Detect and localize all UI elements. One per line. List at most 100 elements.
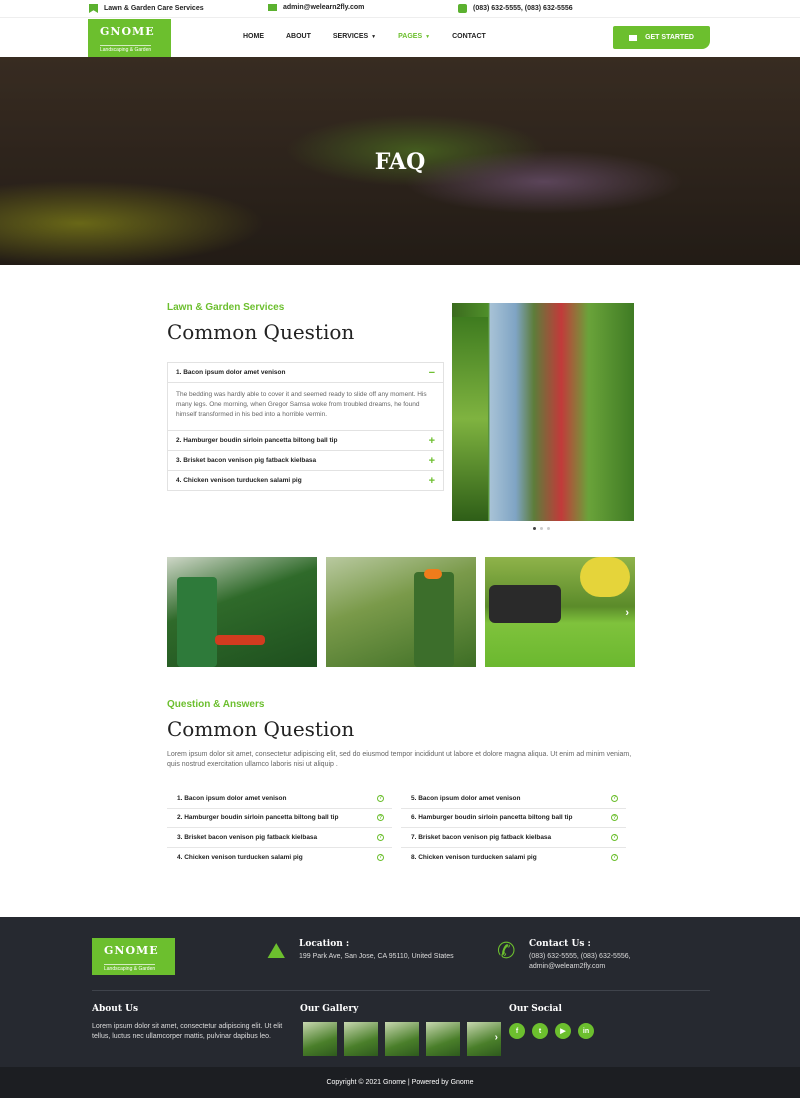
logo-name: GNOME [104,944,159,957]
twitter-icon[interactable]: t [532,1023,548,1039]
page-title: FAQ [374,149,426,175]
chevron-right-icon[interactable]: › [625,607,629,619]
chevron-down-icon: ▼ [425,34,431,40]
linkedin-icon[interactable]: in [578,1023,594,1039]
nav-contact[interactable]: CONTACT [452,33,486,40]
accordion-header[interactable]: 2. Hamburger boudin sirloin pancetta bil… [168,431,443,450]
contact-phone[interactable]: (083) 632-5555, (083) 632-5556, [529,952,631,962]
phone-icon: ✆ [497,938,516,963]
section-eyebrow: Lawn & Garden Services [167,302,285,313]
footer-logo[interactable]: GNOME Landscaping & Garden [92,938,175,975]
facebook-icon[interactable]: f [509,1023,525,1039]
qa-item[interactable]: 7. Brisket bacon venison pig fatback kie… [401,828,626,848]
phone-item[interactable]: (083) 632-5555, (083) 632-5556 [458,4,573,13]
question-icon: ? [611,794,618,802]
qa-item[interactable]: 2. Hamburger boudin sirloin pancetta bil… [167,809,392,828]
plus-icon[interactable]: + [429,435,435,447]
get-started-label: GET STARTED [645,34,694,41]
about-text: Lorem ipsum dolor sit amet, consectetur … [92,1023,283,1040]
location-title: Location : [299,939,350,949]
accordion-item: 3. Brisket bacon venison pig fatback kie… [168,450,443,470]
slider-dot[interactable] [540,527,543,530]
logo-name: GNOME [100,25,155,38]
email-text[interactable]: admin@welearn2fly.com [283,4,364,11]
gallery-thumb[interactable] [426,1022,460,1056]
section-title: Common Question [167,320,355,344]
qa-list-right: 5. Bacon ipsum dolor amet venison? 6. Ha… [401,789,626,867]
mail-icon [268,4,277,11]
accordion-header[interactable]: 1. Bacon ipsum dolor amet venison − [168,363,443,382]
gardeners-photo-slider[interactable] [452,303,634,521]
site-footer: GNOME Landscaping & Garden ⛰ Location : … [0,917,800,1067]
map-icon: ⛰ [267,938,286,963]
qa-question: 1. Bacon ipsum dolor amet venison [177,794,287,802]
contact-email[interactable]: admin@welearn2fly.com [529,962,631,972]
nav-pages[interactable]: PAGES ▼ [398,33,430,40]
gallery-image-tree-pruning[interactable] [326,557,476,667]
about-title: About Us [92,1004,139,1014]
accordion-question: 4. Chicken venison turducken salami pig [176,477,302,484]
nav-about[interactable]: ABOUT [286,33,311,40]
slider-dot[interactable] [547,527,550,530]
youtube-icon[interactable]: ▶ [555,1023,571,1039]
photo-strip [452,317,488,521]
hero-banner: FAQ [0,57,800,265]
site-header: GNOME Landscaping & Garden HOME ABOUT SE… [0,18,800,57]
nav-services-label: SERVICES [332,33,369,40]
plus-icon[interactable]: + [429,475,435,487]
social-title: Our Social [509,1004,562,1014]
gallery-thumb[interactable] [344,1022,378,1056]
qa-question: 2. Hamburger boudin sirloin pancetta bil… [177,814,339,822]
question-icon: ? [377,833,384,841]
phone-icon [458,4,467,13]
qa-item[interactable]: 4. Chicken venison turducken salami pig? [167,848,392,868]
nav-pages-label: PAGES [398,33,423,40]
tagline-item: Lawn & Garden Care Services [89,4,204,13]
get-started-button[interactable]: GET STARTED [613,26,710,49]
gallery-thumb[interactable] [385,1022,419,1056]
qa-item[interactable]: 6. Hamburger boudin sirloin pancetta bil… [401,809,626,828]
mail-icon [629,34,638,41]
trimmer-shape [215,635,265,645]
footer-contact: ✆ Contact Us : (083) 632-5555, (083) 632… [497,939,631,972]
plus-icon[interactable]: + [429,455,435,467]
section-eyebrow: Question & Answers [167,699,265,710]
gardener-figure [414,572,454,667]
email-item[interactable]: admin@welearn2fly.com [268,4,364,11]
qa-item[interactable]: 1. Bacon ipsum dolor amet venison? [167,789,392,809]
footer-divider [92,990,710,991]
gallery-image-hedge-trimming[interactable] [167,557,317,667]
chevron-right-icon[interactable]: › [495,1032,498,1043]
qa-item[interactable]: 8. Chicken venison turducken salami pig? [401,848,626,868]
footer-gallery: › [303,1022,501,1056]
nav-home[interactable]: HOME [243,33,264,40]
accordion-answer: The bedding was hardly able to cover it … [168,382,443,430]
question-icon: ? [377,814,384,822]
main-nav: HOME ABOUT SERVICES ▼ PAGES ▼ CONTACT [243,33,486,40]
nav-services[interactable]: SERVICES ▼ [333,33,376,40]
gallery-thumb[interactable]: › [467,1022,501,1056]
social-links: f t ▶ in [509,1023,594,1039]
phone-text[interactable]: (083) 632-5555, (083) 632-5556 [473,5,573,12]
accordion-item: 4. Chicken venison turducken salami pig … [168,470,443,490]
gallery-thumb[interactable] [303,1022,337,1056]
qa-question: 4. Chicken venison turducken salami pig [177,853,303,861]
question-icon: ? [611,833,618,841]
qa-item[interactable]: 5. Bacon ipsum dolor amet venison? [401,789,626,809]
gallery-image-lawn-mower[interactable]: › [485,557,635,667]
accordion-header[interactable]: 4. Chicken venison turducken salami pig … [168,471,443,490]
image-gallery: › [167,557,635,667]
site-logo[interactable]: GNOME Landscaping & Garden [88,19,171,57]
slider-dots [533,527,550,530]
slider-dot[interactable] [533,527,536,530]
faq-accordion: 1. Bacon ipsum dolor amet venison − The … [167,362,444,491]
accordion-question: 1. Bacon ipsum dolor amet venison [176,369,286,376]
section-title: Common Question [167,717,355,741]
qa-item[interactable]: 3. Brisket bacon venison pig fatback kie… [167,828,392,848]
minus-icon[interactable]: − [429,367,435,379]
chevron-down-icon: ▼ [371,34,377,40]
question-icon: ? [377,794,384,802]
accordion-header[interactable]: 3. Brisket bacon venison pig fatback kie… [168,451,443,470]
question-icon: ? [611,814,618,822]
accordion-item: 2. Hamburger boudin sirloin pancetta bil… [168,430,443,450]
